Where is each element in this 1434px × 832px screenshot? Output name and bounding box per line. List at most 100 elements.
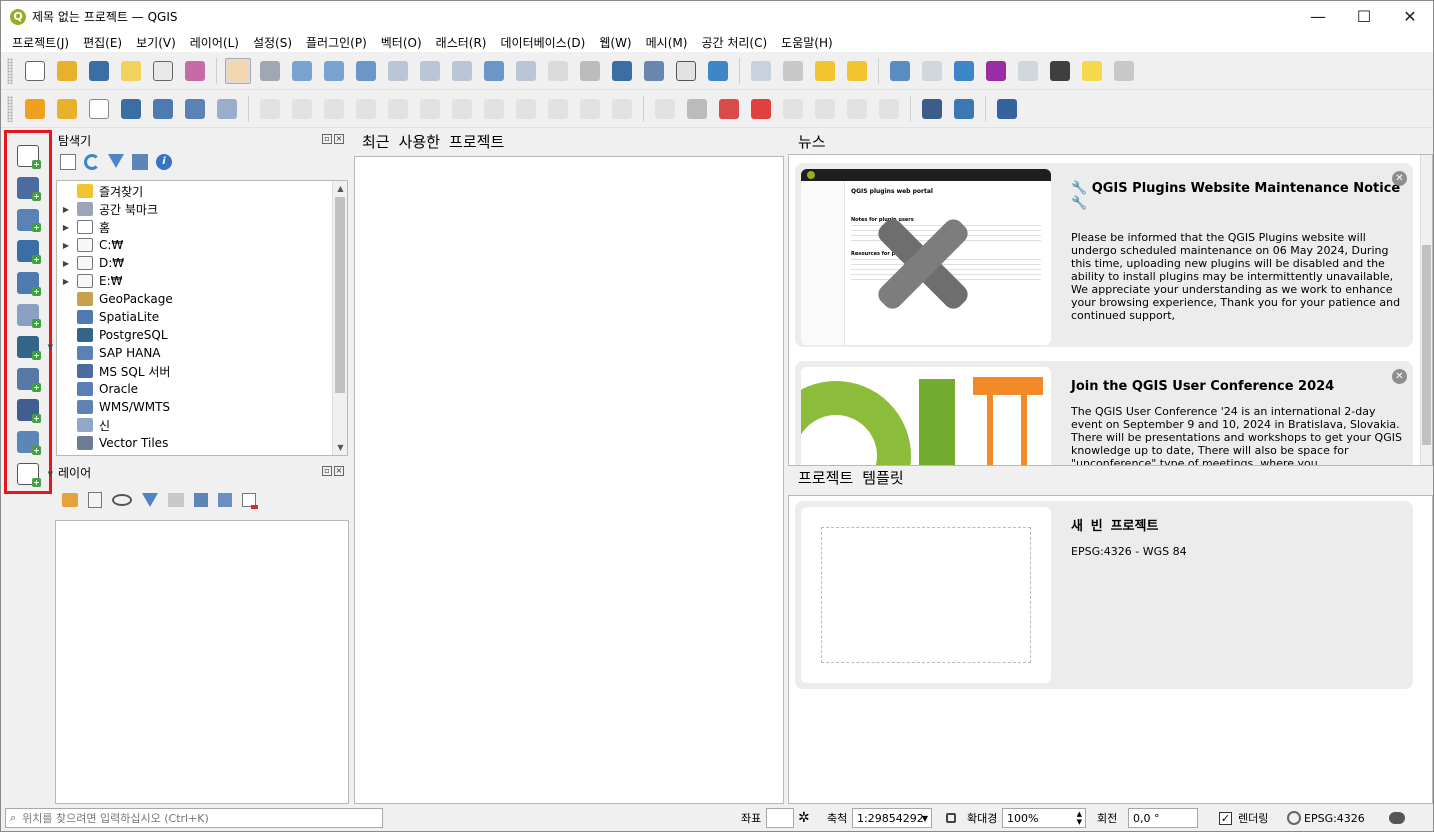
collapse-all-layers-icon[interactable] — [218, 493, 232, 507]
zoom-full-button[interactable] — [353, 58, 379, 84]
style-manager-button[interactable] — [182, 58, 208, 84]
locator-search-input[interactable]: ⌕ 위치를 찾으려면 입력하십시오 (Ctrl+K) — [5, 808, 383, 828]
menu-plugins[interactable]: 플러그인(P) — [299, 34, 374, 51]
filter-by-expression-icon[interactable] — [168, 493, 184, 507]
news-card[interactable]: Join the QGIS User Conference 2024 The Q… — [795, 361, 1413, 465]
magnifier-spinbox[interactable]: 100% ▲ ▼ — [1002, 808, 1086, 828]
add-selected-layers-icon[interactable] — [60, 154, 76, 170]
browser-tree-item[interactable]: ▶ C:₩ — [59, 236, 123, 254]
new-project-button[interactable] — [22, 58, 48, 84]
browser-tree-item[interactable]: SAP HANA — [59, 344, 161, 362]
refresh-button[interactable] — [705, 58, 731, 84]
processing-toolbox-button[interactable] — [951, 58, 977, 84]
measure-line-button[interactable] — [1047, 58, 1073, 84]
pin-labels-button[interactable] — [684, 96, 710, 122]
chevron-down-icon[interactable]: ▼ — [48, 343, 53, 351]
browser-tree-item[interactable]: ▶ 홈 — [59, 218, 110, 236]
lock-scale-icon[interactable] — [946, 813, 956, 823]
expand-arrow-icon[interactable]: ▶ — [59, 223, 73, 232]
rotate-label-2-button[interactable] — [844, 96, 870, 122]
browser-tree-item[interactable]: ▶ 공간 북마크 — [59, 200, 158, 218]
collapse-all-icon[interactable] — [132, 154, 148, 170]
rotation-spinbox[interactable]: 0,0 ° — [1128, 808, 1198, 828]
digitize-feature-button[interactable] — [118, 96, 144, 122]
chevron-down-icon[interactable]: ▼ — [48, 470, 53, 478]
save-project-button[interactable] — [86, 58, 112, 84]
zoom-in-button[interactable] — [289, 58, 315, 84]
browser-tree-item[interactable]: ▶ D:₩ — [59, 254, 124, 272]
add-line-feature-button[interactable] — [353, 96, 379, 122]
browser-tree-item[interactable]: SpatiaLite — [59, 308, 159, 326]
scroll-thumb[interactable] — [335, 197, 345, 393]
show-hide-labels-button[interactable] — [780, 96, 806, 122]
expand-arrow-icon[interactable]: ▶ — [59, 241, 73, 250]
remove-layer-icon[interactable] — [242, 493, 258, 509]
open-field-calc-button[interactable] — [1015, 58, 1041, 84]
scroll-down-icon[interactable]: ▼ — [333, 440, 347, 455]
template-card[interactable]: 새 빈 프로젝트 EPSG:4326 - WGS 84 — [795, 501, 1413, 689]
current-edits-button[interactable] — [289, 96, 315, 122]
data-source-manager-button[interactable] — [22, 96, 48, 122]
menu-raster[interactable]: 래스터(R) — [429, 34, 494, 51]
add-raster-layer-button[interactable]: + — [13, 174, 43, 202]
select-features-button[interactable] — [748, 58, 774, 84]
menu-web[interactable]: 웹(W) — [592, 34, 638, 51]
news-card[interactable]: QGIS plugins web portal Notes for plugin… — [795, 163, 1413, 347]
render-checkbox[interactable]: ✓ — [1219, 811, 1232, 825]
vertex-tool-button[interactable] — [385, 96, 411, 122]
menu-processing[interactable]: 공간 처리(C) — [694, 34, 774, 51]
zoom-native-button[interactable] — [449, 58, 475, 84]
scroll-thumb[interactable] — [1422, 245, 1431, 445]
close-panel-icon[interactable]: × — [334, 134, 344, 144]
menu-layer[interactable]: 레이어(L) — [183, 34, 246, 51]
undo-button[interactable] — [577, 96, 603, 122]
gps-plugin-button[interactable] — [919, 96, 945, 122]
new-shapefile-button[interactable] — [86, 96, 112, 122]
messages-icon[interactable] — [1389, 812, 1405, 824]
zoom-next-button[interactable] — [513, 58, 539, 84]
add-delimited-text-button[interactable]: + — [13, 237, 43, 265]
move-label-button[interactable] — [812, 96, 838, 122]
save-edits-button[interactable] — [321, 96, 347, 122]
rotate-label-button[interactable] — [748, 96, 774, 122]
browser-tree-item[interactable]: WMS/WMTS — [59, 398, 170, 416]
locator-filter-button[interactable] — [1111, 58, 1137, 84]
add-gpx-layer-button[interactable]: + — [13, 269, 43, 297]
modify-attributes-button[interactable] — [417, 96, 443, 122]
filter-legend-icon[interactable] — [142, 493, 158, 507]
close-window-button[interactable]: ✕ — [1387, 1, 1433, 32]
toolbar-grip[interactable] — [7, 95, 13, 122]
expand-all-icon[interactable] — [194, 493, 208, 507]
float-panel-icon[interactable]: ▫ — [322, 134, 332, 144]
zoom-to-layer-button[interactable] — [417, 58, 443, 84]
delete-selected-button[interactable] — [449, 96, 475, 122]
new-bookmark-button[interactable] — [609, 58, 635, 84]
expand-arrow-icon[interactable]: ▶ — [59, 277, 73, 286]
toggle-editing-button[interactable] — [257, 96, 283, 122]
highlight-pinned-labels-button[interactable] — [716, 96, 742, 122]
new-spatialite-button[interactable] — [150, 96, 176, 122]
add-postgis-layer-button[interactable]: + ▼ — [13, 333, 53, 361]
help-button[interactable] — [994, 96, 1020, 122]
add-spatialite-layer-button[interactable]: + — [13, 301, 43, 329]
menu-view[interactable]: 보기(V) — [129, 34, 183, 51]
menu-database[interactable]: 데이터베이스(D) — [493, 34, 592, 51]
toolbar-grip[interactable] — [7, 57, 13, 84]
menu-settings[interactable]: 설정(S) — [246, 34, 299, 51]
label-tool-button[interactable] — [652, 96, 678, 122]
menu-project[interactable]: 프로젝트(J) — [5, 34, 76, 51]
close-panel-icon[interactable]: × — [334, 466, 344, 476]
select-by-location-button[interactable] — [844, 58, 870, 84]
open-project-button[interactable] — [54, 58, 80, 84]
menu-vector[interactable]: 벡터(O) — [374, 34, 429, 51]
attribute-table-button[interactable] — [919, 58, 945, 84]
browser-tree-item[interactable]: PostgreSQL — [59, 326, 168, 344]
layout-manager-button[interactable] — [150, 58, 176, 84]
add-vector-layer-button[interactable]: + — [13, 142, 43, 170]
add-layer-db-button[interactable] — [54, 96, 80, 122]
paste-features-button[interactable] — [545, 96, 571, 122]
globe-crs-icon[interactable] — [1287, 811, 1301, 825]
change-label-button[interactable] — [876, 96, 902, 122]
browser-tree-item[interactable]: Oracle — [59, 380, 138, 398]
redo-button[interactable] — [609, 96, 635, 122]
